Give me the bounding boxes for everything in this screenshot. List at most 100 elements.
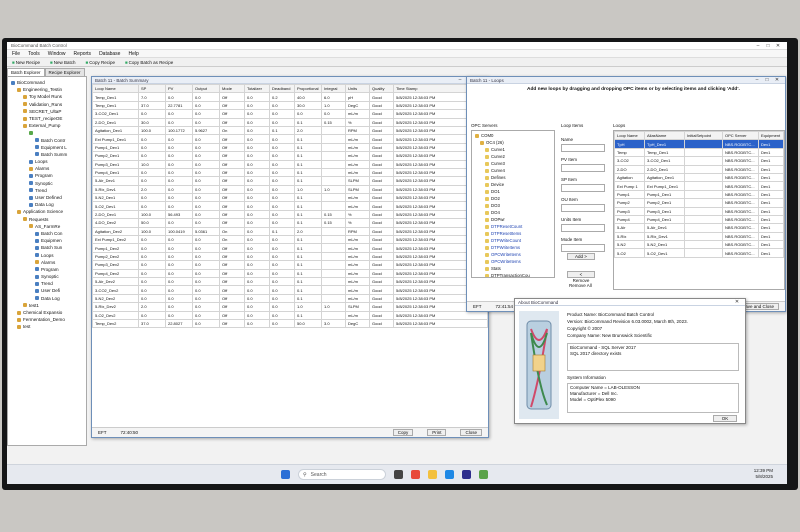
loop-field-input[interactable] — [561, 204, 605, 212]
table-row[interactable]: 3-CO2_Dev1 0.0 0.0 0.0 Off 0.0 0.0 0.0 0.0 mL/m Go… — [92, 109, 488, 119]
tree-item[interactable]: Data Log — [9, 295, 85, 302]
table-row[interactable]: 5-O2_Dev1 0.0 0.0 0.0 Off 0.0 0.0 0.1 mL/m Good 5/… — [92, 201, 488, 211]
tree-item[interactable]: BioCommand — [9, 79, 85, 86]
summary-minimize-icon[interactable]: – — [455, 77, 465, 83]
tree-item[interactable]: Engineering_Testin — [9, 86, 85, 93]
opc-tree-item[interactable]: DTPWriteCount — [473, 237, 553, 244]
table-row[interactable]: Pump4_Dev1 0.0 0.0 0.0 Off 0.0 0.0 0.1 mL/m Good 5… — [92, 167, 488, 178]
loops-column-header[interactable]: Proportional — [294, 83, 322, 94]
tree-item[interactable]: Equipment L — [9, 144, 85, 151]
loop-field-input[interactable] — [561, 144, 605, 152]
loops-column-header[interactable]: Loop Name — [92, 83, 139, 94]
loops-column-header[interactable]: Mode — [219, 83, 245, 94]
list-item[interactable]: Ext Pump 1 Ext Pump1_Dev1 NBS.RODBTC... Dev… — [614, 181, 784, 191]
opc-tree-item[interactable]: Defines — [473, 174, 553, 181]
tree-item[interactable]: Requests — [9, 216, 85, 223]
list-item[interactable]: TpH TpH_Dev1 NBS.RODBTC... Dev1 — [614, 139, 784, 149]
table-row[interactable]: Pump1_Dev2 0.0 0.0 0.0 Off 0.0 0.0 0.1 mL/m Good 5… — [92, 243, 488, 253]
tree-item[interactable]: test — [9, 323, 85, 330]
loop-field-input[interactable] — [561, 184, 605, 192]
table-row[interactable]: Pump2_Dev1 0.0 0.0 0.0 Off 0.0 0.0 0.1 mL/m Good 5… — [92, 151, 488, 161]
loops-minimize-icon[interactable]: – — [752, 77, 762, 83]
opc-tree-item[interactable]: Curve4 — [473, 167, 553, 174]
table-row[interactable]: 5-Air_Dev2 0.0 0.0 0.0 Off 0.0 0.0 0.1 mL/m Good 5… — [92, 276, 488, 287]
opc-tree-item[interactable]: OPCWriteItems — [473, 258, 553, 265]
opc-tree-item[interactable]: DTPResetCount — [473, 223, 553, 230]
table-row[interactable]: Temp_Dev1 7.0 0.0 0.0 Off 0.0 0.2 40.0 6.0 pH Good… — [92, 92, 488, 102]
table-row[interactable]: Ext Pump1_Dev2 0.0 0.0 0.0 On 0.0 0.0 0.1 mL/m Go… — [92, 235, 488, 245]
tree-item[interactable]: SECRET_UltaP — [9, 108, 85, 115]
menu-reports[interactable]: Reports — [74, 51, 92, 57]
tree-item[interactable]: Toy Model Runs — [9, 93, 85, 100]
table-row[interactable]: Agitation_Dev2 100.0 100.0419 5.0361 On 0.0 0.… — [92, 226, 488, 237]
list-item[interactable]: 5-O2 5-O2_Dev1 NBS.RODBTC... Dev1 — [614, 248, 784, 258]
menu-help[interactable]: Help — [128, 51, 138, 57]
table-row[interactable]: 5-N2_Dev2 0.0 0.0 0.0 Off 0.0 0.0 0.1 mL/m Good 5/… — [92, 293, 488, 304]
loops-list-column-header[interactable]: Equipment — [758, 131, 784, 141]
loops-column-header[interactable]: Output — [192, 83, 220, 94]
tree-item[interactable]: Synoptic — [9, 273, 85, 280]
table-row[interactable]: Pump2_Dev2 0.0 0.0 0.0 Off 0.0 0.0 0.1 mL/m Good 5… — [92, 251, 488, 262]
loops-list-column-header[interactable]: InitialSetpoint — [684, 131, 723, 141]
table-row[interactable]: 4-DO_Dev2 50.0 0.0 0.0 Off 0.0 0.0 0.1 0.15% Good… — [92, 218, 488, 228]
app-icon[interactable] — [462, 470, 471, 479]
opc-tree-item[interactable]: Curve2 — [473, 153, 553, 160]
opc-tree-item[interactable]: Device — [473, 181, 553, 188]
list-item[interactable]: 5-Rlx 5-Rlx_Dev1 NBS.RODBTC... Dev1 — [614, 231, 784, 242]
file-explorer-icon[interactable] — [428, 470, 437, 479]
opc-tree-item[interactable]: DTPResetItems — [473, 230, 553, 237]
list-item[interactable]: Temp Temp_Dev1 NBS.RODBTC... Dev1 — [614, 147, 784, 158]
opc-tree-item[interactable]: DTPTransactionCou — [473, 272, 553, 277]
tree-item[interactable]: Program — [9, 172, 85, 179]
tab-batch-explorer[interactable]: Batch Explorer — [7, 68, 45, 76]
opc-tree-item[interactable]: DO2 — [473, 195, 553, 202]
loops-column-header[interactable]: PV — [165, 83, 193, 94]
tree-item[interactable]: Equipmen — [9, 237, 85, 244]
table-row[interactable]: 5-Rlx_Dev2 2.0 0.0 0.0 Off 0.0 0.0 1.0 1.0 SLPM Go… — [92, 302, 488, 312]
opc-tree-item[interactable]: Stats — [473, 265, 553, 272]
loops-list-column-header[interactable]: AliasName — [644, 131, 685, 141]
tree-item[interactable]: test1 — [9, 302, 85, 309]
add-loop-button[interactable]: Add > — [567, 253, 595, 260]
maximize-icon[interactable]: □ — [763, 43, 773, 49]
list-item[interactable]: Agitation Agitation_Dev1 NBS.RODBTC... Dev1 — [614, 172, 784, 183]
menu-database[interactable]: Database — [99, 51, 120, 57]
copy-recipe-button[interactable]: ■Copy Recipe — [85, 60, 114, 65]
tree-item[interactable]: AS_FarmRe — [9, 223, 85, 230]
loop-field-input[interactable] — [561, 224, 605, 232]
loop-field-input[interactable] — [561, 164, 605, 172]
tree-item[interactable]: Trend — [9, 280, 85, 287]
tree-item[interactable]: Loops — [9, 158, 85, 165]
opc-tree-item[interactable]: DOPwr — [473, 216, 553, 223]
table-row[interactable]: Pump4_Dev2 0.0 0.0 0.0 Off 0.0 0.0 0.1 mL/m Good 5… — [92, 268, 488, 279]
list-item[interactable]: Pump1 Pump1_Dev1 NBS.RODBTC... Dev1 — [614, 189, 784, 200]
remove-all-button[interactable]: Remove All — [569, 283, 592, 288]
loop-field-input[interactable] — [561, 244, 605, 252]
list-item[interactable]: Pump4 Pump4_Dev1 NBS.RODBTC... Dev1 — [614, 214, 784, 225]
remove-loop-button[interactable]: < Remove — [567, 271, 595, 283]
table-row[interactable]: 2-DO_Dev1 100.0 56.493 0.0 Off 0.0 0.0 0.1 0.15%… — [92, 209, 488, 220]
tree-item[interactable]: TEST_recipeOE — [9, 115, 85, 122]
list-item[interactable]: Pump3 Pump3_Dev1 NBS.RODBTC... Dev1 — [614, 206, 784, 216]
opc-tree-item[interactable]: DO4 — [473, 209, 553, 216]
tree-item[interactable]: External_Pump — [9, 122, 85, 129]
table-row[interactable]: Temp_Dev1 37.0 22.7781 0.0 Off 0.0 0.0 30.0 1.0 D… — [92, 100, 488, 111]
widgets-icon[interactable] — [411, 470, 420, 479]
tree-item[interactable]: Batch Sun — [9, 244, 85, 251]
summary-close-button[interactable]: Close — [460, 429, 482, 436]
tree-item[interactable]: Program — [9, 266, 85, 273]
opc-tree-item[interactable]: DO3 — [473, 202, 553, 209]
tree-item[interactable]: Batch Contr — [9, 137, 85, 144]
list-item[interactable]: 5-N2 5-N2_Dev1 NBS.RODBTC... Dev1 — [614, 240, 784, 250]
list-item[interactable]: 5-Air 5-Air_Dev1 NBS.RODBTC... Dev1 — [614, 223, 784, 233]
tree-item[interactable] — [9, 129, 85, 136]
tree-item[interactable]: Synoptic — [9, 180, 85, 187]
table-row[interactable]: 5-Air_Dev1 0.0 0.0 0.0 Off 0.0 0.0 0.1 SLPM Good 5… — [92, 176, 488, 186]
loops-column-header[interactable]: Units — [345, 83, 370, 94]
menu-tools[interactable]: Tools — [28, 51, 40, 57]
loops-maximize-icon[interactable]: □ — [762, 77, 772, 83]
table-row[interactable]: 5-O2_Dev2 0.0 0.0 0.0 Off 0.0 0.0 0.1 mL/m Good 5/… — [92, 310, 488, 320]
loops-column-header[interactable]: Integral — [321, 83, 346, 94]
table-row[interactable]: 3-CO2_Dev2 0.0 0.0 0.0 Off 0.0 0.0 0.1 mL/m Good 5… — [92, 285, 488, 295]
tree-item[interactable]: User Defined — [9, 194, 85, 201]
